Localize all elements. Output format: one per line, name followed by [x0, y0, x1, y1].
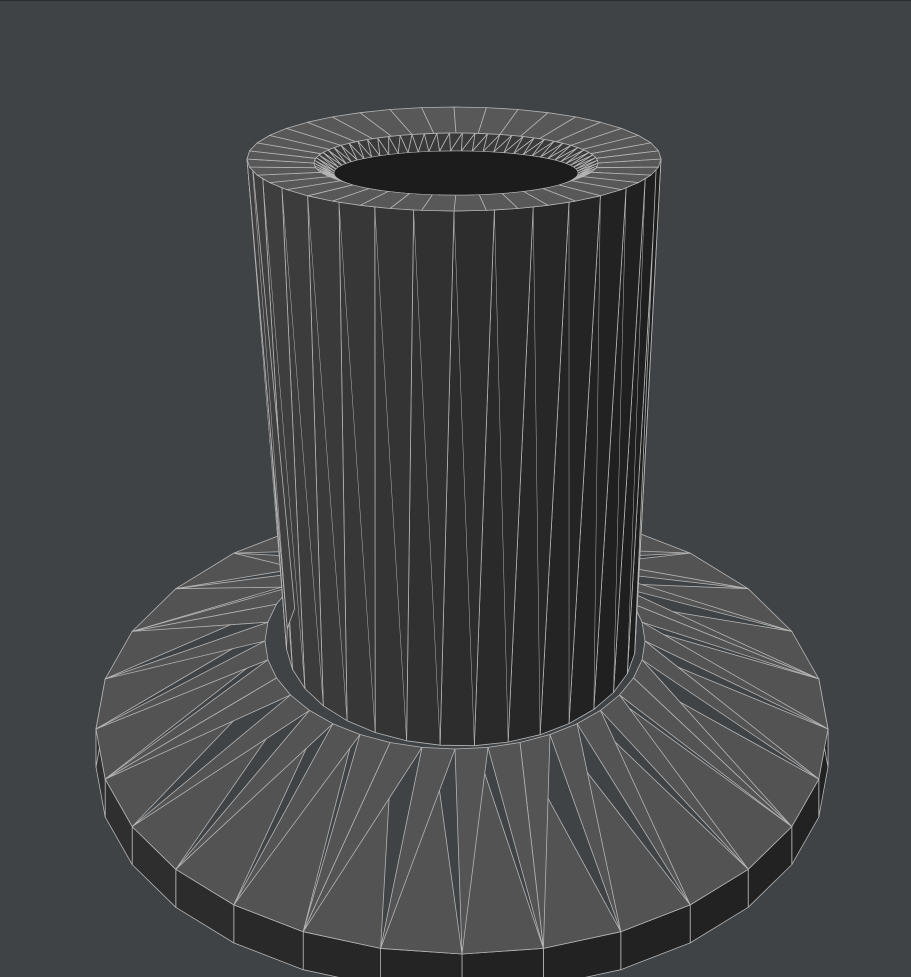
cylinder-side [247, 149, 661, 746]
cylinder-side-facet [375, 207, 414, 741]
3d-viewport[interactable] [0, 0, 911, 976]
cylinder-top-face [247, 107, 661, 211]
mesh-render[interactable] [0, 1, 911, 977]
hole-bottom [334, 151, 578, 195]
